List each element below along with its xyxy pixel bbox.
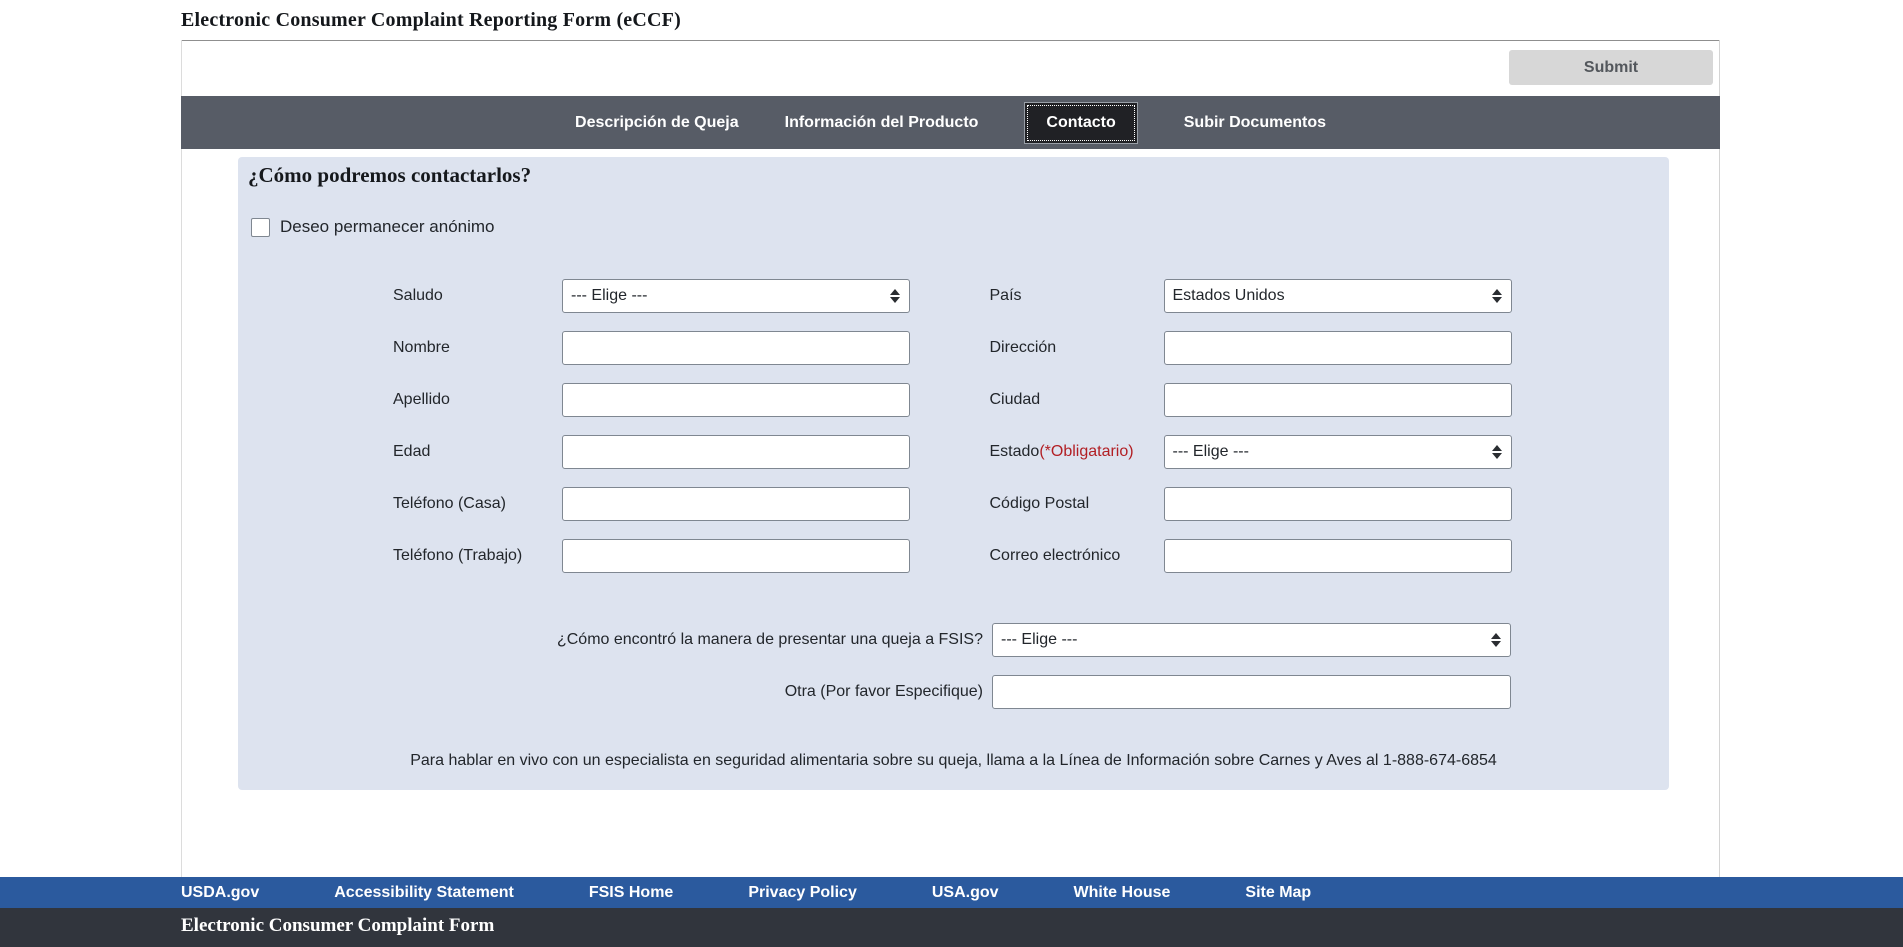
updown-arrow-icon bbox=[1492, 289, 1502, 303]
footer-link-site-map[interactable]: Site Map bbox=[1245, 884, 1311, 902]
saludo-label: Saludo bbox=[393, 287, 562, 305]
field-ciudad: Ciudad bbox=[954, 374, 1670, 426]
ciudad-input[interactable] bbox=[1164, 383, 1512, 417]
footer-link-fsis-home[interactable]: FSIS Home bbox=[589, 884, 673, 902]
otra-input[interactable] bbox=[992, 675, 1511, 709]
updown-arrow-icon bbox=[1492, 445, 1502, 459]
codigo-postal-label: Código Postal bbox=[990, 495, 1164, 513]
field-otra: Otra (Por favor Especifique) bbox=[238, 666, 1669, 718]
como-encontro-label: ¿Cómo encontró la manera de presentar un… bbox=[238, 631, 983, 649]
otra-label: Otra (Por favor Especifique) bbox=[238, 683, 983, 701]
apellido-input[interactable] bbox=[562, 383, 910, 417]
field-correo: Correo electrónico bbox=[954, 530, 1670, 582]
title-divider bbox=[181, 40, 1720, 41]
footer-brand-bar: Electronic Consumer Complaint Form bbox=[0, 908, 1903, 947]
correo-input[interactable] bbox=[1164, 539, 1512, 573]
tab-subir-documentos[interactable]: Subir Documentos bbox=[1184, 114, 1326, 132]
anonymous-row: Deseo permanecer anónimo bbox=[251, 217, 495, 237]
field-codigo-postal: Código Postal bbox=[954, 478, 1670, 530]
tab-contacto[interactable]: Contacto bbox=[1024, 102, 1137, 144]
estado-select-value: --- Elige --- bbox=[1173, 443, 1249, 461]
field-telefono-trabajo: Teléfono (Trabajo) bbox=[238, 530, 954, 582]
como-encontro-select[interactable]: --- Elige --- bbox=[992, 623, 1511, 657]
direccion-label: Dirección bbox=[990, 339, 1164, 357]
contact-form-panel: ¿Cómo podremos contactarlos? Deseo perma… bbox=[238, 157, 1669, 790]
edad-label: Edad bbox=[393, 443, 562, 461]
telefono-casa-input[interactable] bbox=[562, 487, 910, 521]
telefono-trabajo-label: Teléfono (Trabajo) bbox=[393, 547, 562, 565]
pais-select-value: Estados Unidos bbox=[1173, 287, 1285, 305]
form-section-navbar: Descripción de Queja Información del Pro… bbox=[181, 96, 1720, 149]
direccion-input[interactable] bbox=[1164, 331, 1512, 365]
contact-fields-grid: Saludo --- Elige --- País Estados Unidos… bbox=[238, 270, 1669, 582]
bottom-fields: ¿Cómo encontró la manera de presentar un… bbox=[238, 614, 1669, 718]
field-pais: País Estados Unidos bbox=[954, 270, 1670, 322]
footer-link-white-house[interactable]: White House bbox=[1074, 884, 1171, 902]
field-como-encontro: ¿Cómo encontró la manera de presentar un… bbox=[238, 614, 1669, 666]
footer-link-usa-gov[interactable]: USA.gov bbox=[932, 884, 999, 902]
updown-arrow-icon bbox=[1491, 633, 1501, 647]
footer-link-accessibility-statement[interactable]: Accessibility Statement bbox=[334, 884, 514, 902]
apellido-label: Apellido bbox=[393, 391, 562, 409]
anonymous-checkbox[interactable] bbox=[251, 218, 270, 237]
telefono-trabajo-input[interactable] bbox=[562, 539, 910, 573]
nombre-input[interactable] bbox=[562, 331, 910, 365]
footer-link-bar: USDA.gov Accessibility Statement FSIS Ho… bbox=[0, 877, 1903, 908]
tab-informacion-del-producto[interactable]: Información del Producto bbox=[785, 114, 979, 132]
field-nombre: Nombre bbox=[238, 322, 954, 374]
estado-label: Estado(*Obligatario) bbox=[990, 443, 1164, 461]
page-title: Electronic Consumer Complaint Reporting … bbox=[181, 9, 681, 32]
edad-input[interactable] bbox=[562, 435, 910, 469]
field-saludo: Saludo --- Elige --- bbox=[238, 270, 954, 322]
submit-button[interactable]: Submit bbox=[1509, 50, 1713, 85]
field-estado: Estado(*Obligatario) --- Elige --- bbox=[954, 426, 1670, 478]
footer-link-usda-gov[interactable]: USDA.gov bbox=[181, 884, 259, 902]
pais-label: País bbox=[990, 287, 1164, 305]
anonymous-checkbox-label: Deseo permanecer anónimo bbox=[280, 217, 495, 237]
updown-arrow-icon bbox=[890, 289, 900, 303]
contact-section-heading: ¿Cómo podremos contactarlos? bbox=[248, 163, 531, 188]
field-apellido: Apellido bbox=[238, 374, 954, 426]
field-edad: Edad bbox=[238, 426, 954, 478]
hotline-note: Para hablar en vivo con un especialista … bbox=[238, 752, 1669, 770]
estado-select[interactable]: --- Elige --- bbox=[1164, 435, 1512, 469]
footer-brand-title: Electronic Consumer Complaint Form bbox=[0, 908, 1903, 937]
saludo-select[interactable]: --- Elige --- bbox=[562, 279, 910, 313]
telefono-casa-label: Teléfono (Casa) bbox=[393, 495, 562, 513]
field-direccion: Dirección bbox=[954, 322, 1670, 374]
footer-links-row: USDA.gov Accessibility Statement FSIS Ho… bbox=[0, 877, 1903, 908]
correo-label: Correo electrónico bbox=[990, 547, 1164, 565]
estado-required-note: (*Obligatario) bbox=[1039, 443, 1133, 460]
codigo-postal-input[interactable] bbox=[1164, 487, 1512, 521]
pais-select[interactable]: Estados Unidos bbox=[1164, 279, 1512, 313]
saludo-select-value: --- Elige --- bbox=[571, 287, 647, 305]
como-encontro-select-value: --- Elige --- bbox=[1001, 631, 1077, 649]
ciudad-label: Ciudad bbox=[990, 391, 1164, 409]
field-telefono-casa: Teléfono (Casa) bbox=[238, 478, 954, 530]
tab-descripcion-de-queja[interactable]: Descripción de Queja bbox=[575, 114, 739, 132]
nombre-label: Nombre bbox=[393, 339, 562, 357]
footer-link-privacy-policy[interactable]: Privacy Policy bbox=[748, 884, 857, 902]
